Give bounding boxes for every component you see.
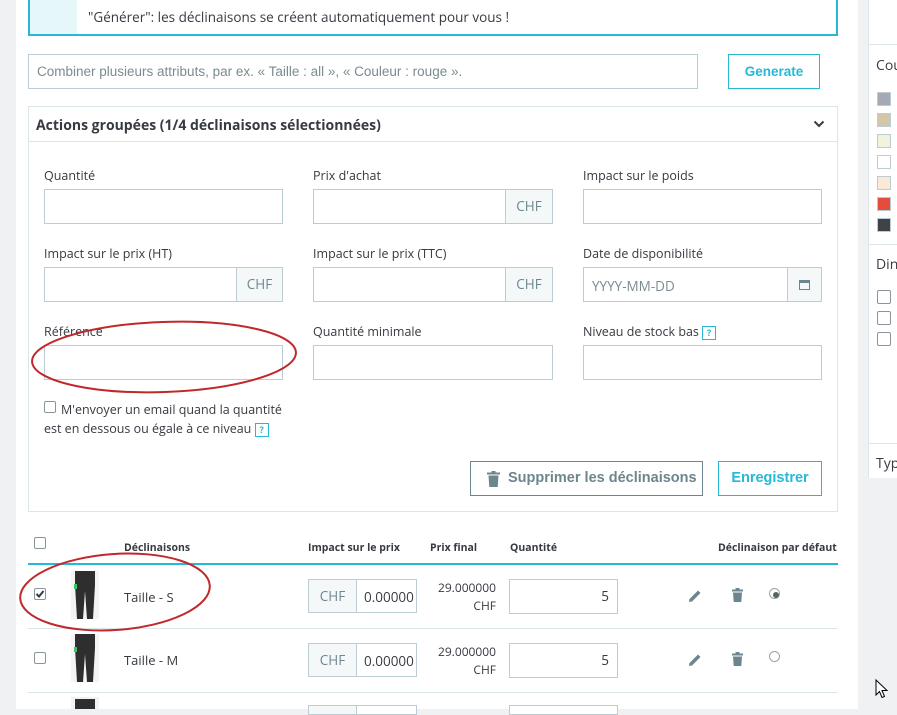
price-impact-ht-label: Impact sur le prix (HT) (44, 245, 172, 262)
email-alert-label-line1: M'envoyer un email quand la quantité (61, 401, 282, 418)
combine-attributes-input[interactable] (28, 54, 698, 89)
color-swatch[interactable] (877, 176, 891, 190)
currency-addon (308, 705, 357, 715)
default-radio[interactable] (769, 588, 780, 599)
info-text: "Générer": les déclinaisons se créent au… (88, 8, 510, 26)
combination-name: Taille - M (124, 651, 179, 669)
color-swatch[interactable] (877, 92, 891, 106)
trash-icon[interactable] (732, 652, 743, 666)
quantity-label: Quantité (44, 167, 96, 184)
currency-addon: CHF (505, 189, 553, 224)
currency-addon: CHF (505, 267, 553, 302)
quantity-input[interactable]: 5 (509, 579, 618, 614)
email-alert-label-text: est en dessous ou égale à ce niveau (44, 420, 252, 437)
divider (869, 44, 897, 45)
email-alert-label-line2: est en dessous ou égale à ce niveau ? (44, 420, 269, 437)
bulk-actions-panel: Actions groupées (1/4 déclinaisons sélec… (28, 106, 838, 512)
dimension-checkbox[interactable] (877, 332, 891, 346)
final-price: 29.000000 CHF (437, 579, 496, 614)
default-radio[interactable] (769, 651, 780, 662)
low-stock-input[interactable] (583, 345, 822, 380)
left-gutter (0, 0, 16, 709)
generate-button[interactable]: Generate (728, 54, 820, 89)
divider (869, 443, 897, 444)
product-thumbnail (71, 634, 99, 682)
final-price: 29.000000 CHF (437, 643, 496, 678)
color-swatch[interactable] (877, 134, 891, 148)
trash-icon[interactable] (732, 588, 743, 602)
currency-addon: CHF (308, 579, 357, 613)
weight-impact-label: Impact sur le poids (583, 167, 694, 184)
price-impact-input[interactable]: 0.00000 (356, 579, 417, 613)
attributes-side-panel: Cou Din Typ (868, 0, 897, 478)
price-impact-ttc-input[interactable] (313, 267, 506, 302)
edit-icon[interactable] (688, 653, 702, 667)
col-final-price: Prix final (430, 541, 478, 555)
calendar-button[interactable] (787, 267, 822, 302)
weight-impact-input[interactable] (583, 189, 822, 224)
email-alert-checkbox[interactable] (44, 401, 56, 413)
quantity-input[interactable] (44, 189, 283, 224)
purchase-price-label: Prix d'achat (313, 167, 381, 184)
quantity-input[interactable]: 5 (509, 643, 618, 678)
leggings-image (71, 699, 99, 709)
color-swatch[interactable] (877, 197, 891, 211)
trash-icon (487, 471, 500, 487)
low-stock-label-text: Niveau de stock bas (583, 323, 699, 340)
chevron-down-icon[interactable] (813, 118, 825, 130)
col-price-impact: Impact sur le prix (308, 541, 400, 555)
color-swatch[interactable] (877, 113, 891, 127)
product-thumbnail (71, 697, 99, 709)
divider (869, 244, 897, 245)
quantity-input[interactable] (509, 705, 618, 715)
info-banner: "Générer": les déclinaisons se créent au… (28, 0, 838, 36)
edit-icon[interactable] (688, 589, 702, 603)
color-swatch[interactable] (877, 155, 891, 169)
bulk-actions-header[interactable]: Actions groupées (1/4 déclinaisons sélec… (29, 107, 837, 142)
min-quantity-input[interactable] (313, 345, 553, 380)
purchase-price-input[interactable] (313, 189, 506, 224)
annotation-ellipse (31, 320, 297, 394)
annotation-ellipse (19, 552, 211, 632)
leggings-image (71, 634, 99, 682)
availability-date-label: Date de disponibilité (583, 245, 703, 262)
currency-addon: CHF (236, 267, 283, 302)
delete-combinations-label: Supprimer les déclinaisons (508, 470, 697, 486)
type-section-label: Typ (876, 454, 897, 473)
dimension-checkbox[interactable] (877, 290, 891, 304)
col-quantity: Quantité (510, 541, 558, 555)
colors-section-label: Cou (876, 56, 897, 75)
dimensions-section-label: Din (876, 255, 897, 274)
info-strip (30, 0, 77, 34)
dimension-checkbox[interactable] (877, 311, 891, 325)
color-swatch[interactable] (877, 218, 891, 232)
calendar-icon (799, 280, 810, 290)
save-button[interactable]: Enregistrer (718, 461, 822, 496)
col-default: Déclinaison par défaut (718, 541, 837, 555)
help-icon[interactable]: ? (702, 325, 717, 340)
date-placeholder: YYYY-MM-DD (592, 277, 675, 295)
price-impact-input[interactable]: 0.00000 (356, 643, 417, 677)
delete-combinations-button[interactable]: Supprimer les déclinaisons (470, 461, 703, 496)
min-quantity-label: Quantité minimale (313, 323, 422, 340)
table-row: Taille - M CHF 0.00000 29.000000 CHF 5 (28, 629, 838, 692)
availability-date-input[interactable]: YYYY-MM-DD (583, 267, 788, 302)
row-checkbox[interactable] (34, 652, 46, 664)
low-stock-label: Niveau de stock bas ? (583, 323, 717, 340)
price-impact-ttc-label: Impact sur le prix (TTC) (313, 245, 447, 262)
help-icon[interactable]: ? (254, 422, 269, 437)
price-impact-input[interactable] (356, 705, 417, 715)
mouse-cursor-icon (875, 679, 889, 699)
bulk-actions-title: Actions groupées (1/4 déclinaisons sélec… (36, 116, 381, 135)
row-divider (28, 692, 838, 693)
currency-addon: CHF (308, 643, 357, 677)
price-impact-ht-input[interactable] (44, 267, 237, 302)
